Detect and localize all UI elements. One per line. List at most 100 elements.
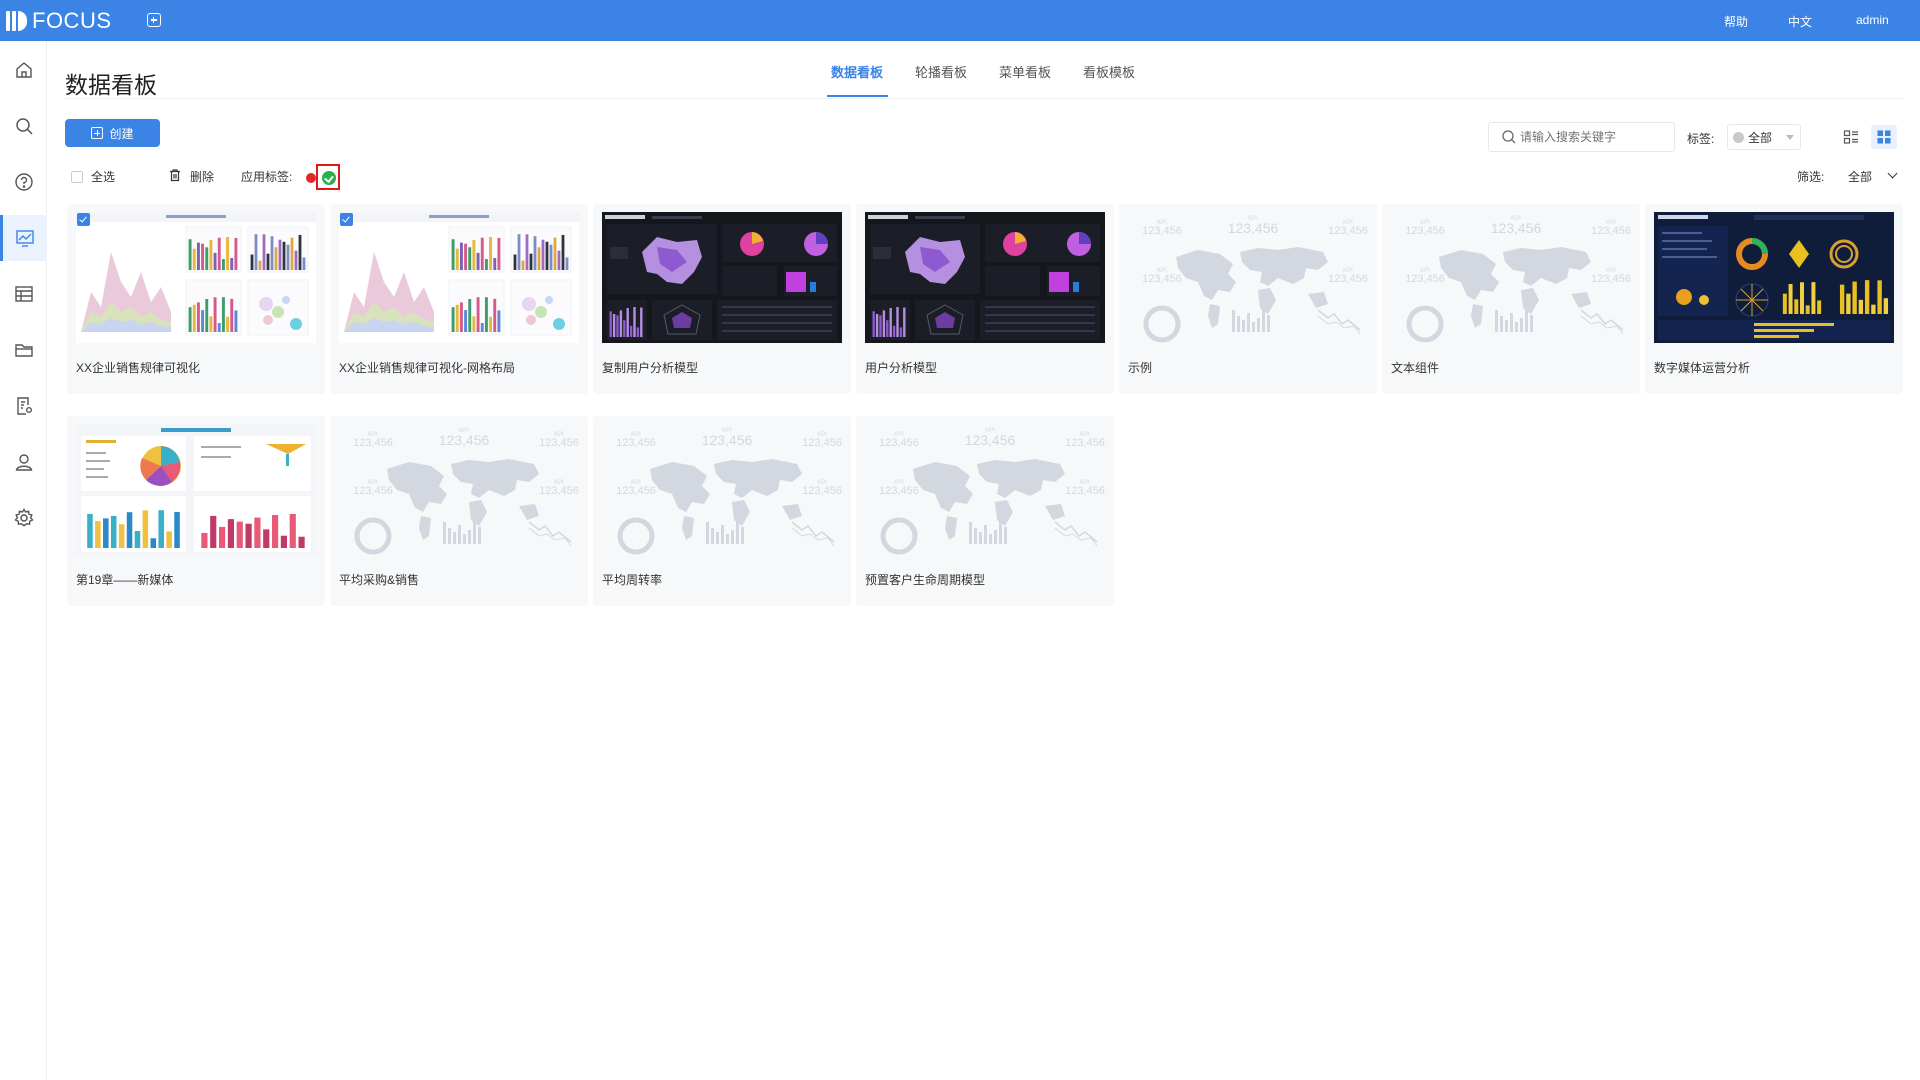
tag-select-value: 全部 [1748,130,1773,145]
dashboard-thumbnail[interactable] [339,212,579,343]
dashboard-card-title[interactable]: 平均采购&销售 [339,571,419,588]
dashboard-card-title[interactable]: XX企业销售规律可视化 [76,359,200,376]
apply-tag-label: 应用标签: [241,170,293,184]
dashboard-card[interactable]: KPI 123,456 KPI 123,456 KPI 123,456 KPI … [856,416,1114,606]
dashboard-card-title[interactable]: 平均周转率 [602,571,662,588]
dashboard-card[interactable]: KPI 123,456 KPI 123,456 KPI 123,456 KPI … [593,416,851,606]
green-tag-option[interactable] [316,164,340,190]
sidebar-item-settings[interactable] [0,495,47,541]
svg-text:123,456: 123,456 [1328,225,1368,237]
active-tab-indicator [827,95,888,97]
help-link[interactable]: 帮助 [1724,13,1748,30]
logo-text: FOCUS [32,8,112,33]
search-input[interactable] [1520,130,1660,144]
dashboard-card-title[interactable]: 用户分析模型 [865,359,937,376]
check-circle-icon [322,171,336,185]
sidebar-item-folder[interactable] [0,327,47,373]
grid-view-button[interactable] [1871,125,1897,149]
sidebar-item-report-settings[interactable] [0,383,47,429]
dashboard-card[interactable]: KPI 123,456 KPI 123,456 KPI 123,456 KPI … [1119,204,1377,394]
tag-filter-label: 标签: [1687,132,1715,146]
dashboard-thumbnail[interactable] [76,424,316,555]
list-view-icon [1843,130,1858,144]
svg-text:123,456: 123,456 [702,432,753,448]
dashboard-card-title[interactable]: 数字媒体运营分析 [1654,359,1750,376]
filter-select[interactable]: 全部 [1848,168,1872,185]
dashboard-card-title[interactable]: 文本组件 [1391,359,1439,376]
dashboard-thumbnail[interactable] [865,212,1105,343]
select-all-checkbox[interactable] [71,170,83,183]
select-all[interactable]: 全选 [71,168,115,185]
dashboard-card-title[interactable]: 第19章——新媒体 [76,571,173,588]
svg-text:123,456: 123,456 [1142,225,1182,237]
select-all-label: 全选 [91,170,116,184]
dashboard-card[interactable]: KPI 123,456 KPI 123,456 KPI 123,456 KPI … [330,416,588,606]
filter-label: 筛选: [1797,170,1825,184]
settings-icon [13,508,34,527]
tag-select[interactable]: 全部 [1727,124,1801,150]
user-icon [15,454,32,471]
delete-button[interactable]: 删除 [168,168,214,185]
sidebar-item-user[interactable] [0,439,47,485]
tab-board-template[interactable]: 看板模板 [1083,62,1135,81]
dashboard-thumbnail[interactable]: KPI 123,456 KPI 123,456 KPI 123,456 KPI … [865,424,1105,555]
chevron-down-icon[interactable] [1887,168,1898,179]
grid-view-icon [1877,130,1891,144]
svg-text:123,456: 123,456 [1228,220,1279,236]
svg-text:123,456: 123,456 [802,437,842,449]
user-menu[interactable]: admin [1856,13,1889,27]
tab-menu-board[interactable]: 菜单看板 [999,62,1051,81]
svg-text:123,456: 123,456 [616,485,656,497]
create-button[interactable]: 创建 [65,119,160,147]
sidebar-item-home[interactable] [0,47,47,93]
dashboard-thumbnail[interactable] [1654,212,1894,343]
dashboard-thumbnail[interactable]: KPI 123,456 KPI 123,456 KPI 123,456 KPI … [1128,212,1368,343]
search-field[interactable] [1488,122,1675,152]
dashboard-card[interactable]: 复制用户分析模型 [593,204,851,394]
header-divider [65,98,1903,99]
sidebar-item-dashboard[interactable] [0,215,47,261]
dashboard-card[interactable]: XX企业销售规律可视化 [67,204,325,394]
sidebar-item-search[interactable] [0,103,47,149]
dashboard-card[interactable]: 数字媒体运营分析 [1645,204,1903,394]
language-switch[interactable]: 中文 [1788,13,1812,30]
page-title: 数据看板 [65,72,157,98]
red-tag-option[interactable] [306,173,316,183]
list-view-button[interactable] [1838,125,1864,149]
dashboard-card-title[interactable]: XX企业销售规律可视化-网格布局 [339,359,515,376]
dashboard-thumbnail[interactable]: KPI 123,456 KPI 123,456 KPI 123,456 KPI … [602,424,842,555]
focus-logo[interactable]: FOCUS [6,8,112,33]
svg-text:123,456: 123,456 [1142,273,1182,285]
search-icon [1502,130,1516,144]
top-bar: FOCUS 帮助 中文 admin [0,0,1920,41]
sidebar-item-table[interactable] [0,271,47,317]
svg-text:123,456: 123,456 [439,432,490,448]
search-icon [15,118,33,135]
dashboard-thumbnail[interactable]: KPI 123,456 KPI 123,456 KPI 123,456 KPI … [1391,212,1631,343]
new-tab-icon[interactable] [147,13,161,27]
sidebar [0,41,47,1080]
card-checkbox[interactable] [340,213,353,226]
create-button-label: 创建 [109,126,134,141]
svg-text:123,456: 123,456 [353,437,393,449]
dashboard-thumbnail[interactable] [602,212,842,343]
dashboard-card-title[interactable]: 示例 [1128,359,1152,376]
svg-text:123,456: 123,456 [879,437,919,449]
dashboard-card-title[interactable]: 复制用户分析模型 [602,359,698,376]
dashboard-card[interactable]: KPI 123,456 KPI 123,456 KPI 123,456 KPI … [1382,204,1640,394]
tab-data-board[interactable]: 数据看板 [831,62,883,81]
sidebar-item-help[interactable] [0,159,47,205]
folder-icon [14,344,33,357]
dashboard-card[interactable]: XX企业销售规律可视化-网格布局 [330,204,588,394]
card-checkbox[interactable] [77,213,90,226]
svg-text:123,456: 123,456 [802,485,842,497]
trash-icon-wrap [168,168,190,185]
dashboard-card-title[interactable]: 预置客户生命周期模型 [865,571,985,588]
dashboard-card[interactable]: 用户分析模型 [856,204,1114,394]
logo-mark-icon [6,11,27,31]
tab-carousel-board[interactable]: 轮播看板 [915,62,967,81]
dashboard-card[interactable]: 第19章——新媒体 [67,416,325,606]
help-icon [14,173,33,191]
dashboard-thumbnail[interactable]: KPI 123,456 KPI 123,456 KPI 123,456 KPI … [339,424,579,555]
dashboard-thumbnail[interactable] [76,212,316,343]
